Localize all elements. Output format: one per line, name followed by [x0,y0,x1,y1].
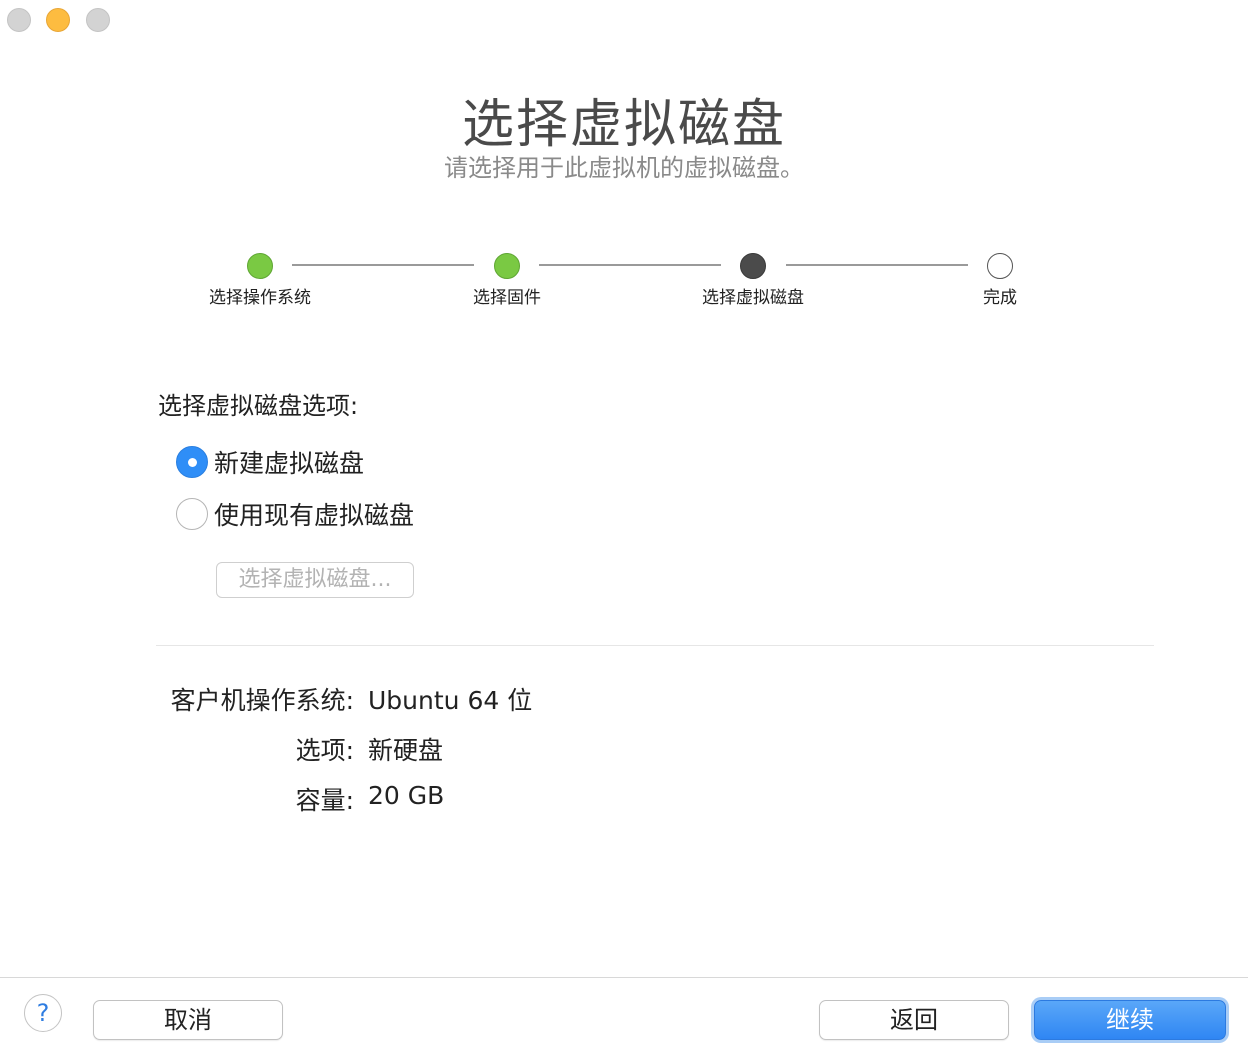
capacity-value: 20 GB [368,781,445,810]
help-button[interactable]: ? [24,994,62,1032]
existing-disk-radio[interactable] [176,498,208,530]
page-subtitle: 请选择用于此虚拟机的虚拟磁盘。 [444,154,804,182]
new-disk-label: 新建虚拟磁盘 [214,449,365,478]
step-4-label: 完成 [983,288,1017,308]
back-button[interactable]: 返回 [819,1000,1009,1040]
new-disk-option[interactable]: 新建虚拟磁盘 [176,444,364,480]
step-3-label: 选择虚拟磁盘 [702,288,804,308]
guest-os-key: 客户机操作系统: [170,686,354,715]
disk-options-heading: 选择虚拟磁盘选项: [158,392,359,420]
cancel-button[interactable]: 取消 [93,1000,283,1040]
step-connector [292,264,474,266]
option-key: 选项: [295,736,354,765]
step-1-done-icon [247,253,273,279]
page-title: 选择虚拟磁盘 [461,95,786,155]
existing-disk-label: 使用现有虚拟磁盘 [214,501,415,530]
section-divider [156,645,1154,646]
continue-button[interactable]: 继续 [1034,1000,1226,1040]
step-2-label: 选择固件 [473,288,541,308]
option-value: 新硬盘 [368,736,444,765]
existing-disk-option[interactable]: 使用现有虚拟磁盘 [176,496,414,532]
capacity-key: 容量: [295,786,354,815]
close-window-button[interactable] [7,8,31,32]
choose-disk-button[interactable]: 选择虚拟磁盘... [216,562,414,598]
step-connector [786,264,968,266]
guest-os-value: Ubuntu 64 位 [368,686,533,715]
step-4-pending-icon [987,253,1013,279]
minimize-window-button[interactable] [46,8,70,32]
step-1-label: 选择操作系统 [209,288,311,308]
step-3-current-icon [740,253,766,279]
step-connector [539,264,721,266]
step-2-done-icon [494,253,520,279]
wizard-window: 选择虚拟磁盘 请选择用于此虚拟机的虚拟磁盘。 选择操作系统 选择固件 选择虚拟磁… [0,0,1248,1052]
footer-divider [0,977,1248,978]
zoom-window-button[interactable] [86,8,110,32]
new-disk-radio[interactable] [176,446,208,478]
